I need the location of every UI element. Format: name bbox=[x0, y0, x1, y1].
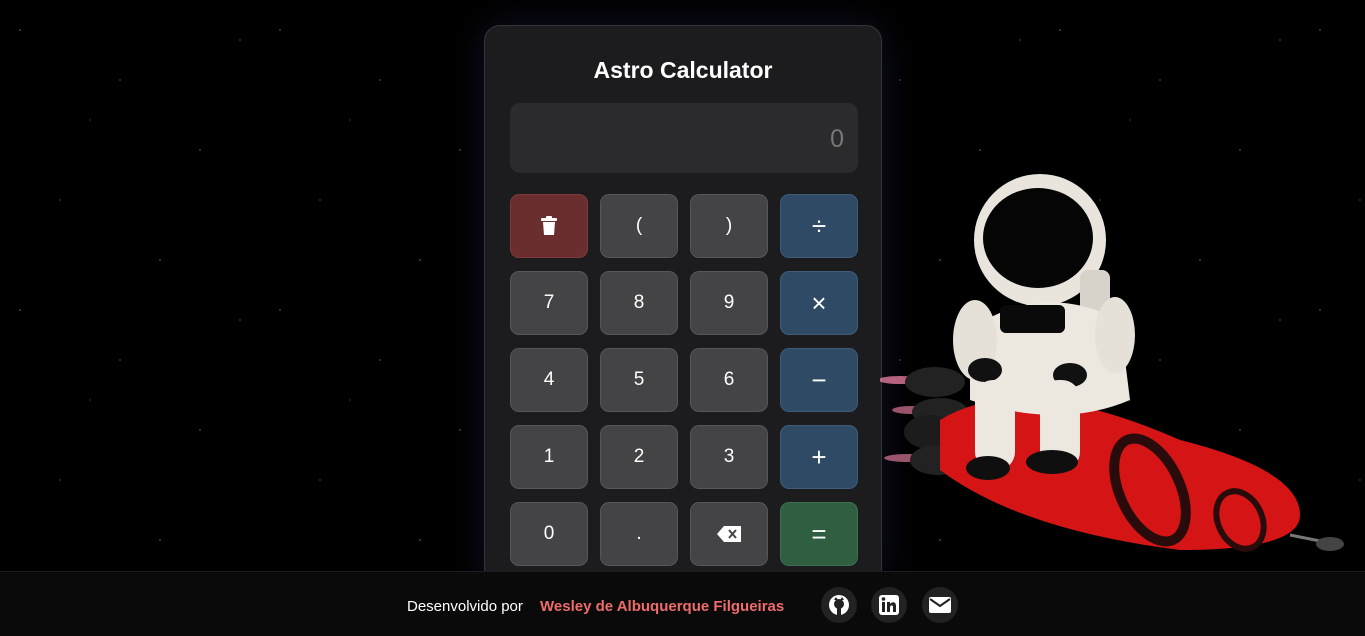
four-button[interactable]: 4 bbox=[510, 348, 588, 412]
multiply-button[interactable]: × bbox=[780, 271, 858, 335]
dot-button[interactable]: . bbox=[600, 502, 678, 566]
trash-icon bbox=[541, 216, 557, 235]
developed-by-label: Desenvolvido por bbox=[407, 598, 523, 615]
email-icon bbox=[929, 597, 951, 613]
three-button[interactable]: 3 bbox=[690, 425, 768, 489]
one-button[interactable]: 1 bbox=[510, 425, 588, 489]
linkedin-link[interactable] bbox=[871, 587, 907, 623]
backspace-icon bbox=[717, 526, 741, 542]
nine-button[interactable]: 9 bbox=[690, 271, 768, 335]
backspace-button[interactable] bbox=[690, 502, 768, 566]
astronaut-rocket-illustration bbox=[880, 174, 1344, 552]
two-button[interactable]: 2 bbox=[600, 425, 678, 489]
author-link[interactable]: Wesley de Albuquerque Filgueiras bbox=[540, 598, 784, 615]
display-value: 0 bbox=[830, 125, 844, 153]
six-button[interactable]: 6 bbox=[690, 348, 768, 412]
linkedin-icon bbox=[879, 595, 899, 615]
calculator-title: Astro Calculator bbox=[593, 57, 773, 83]
zero-button[interactable]: 0 bbox=[510, 502, 588, 566]
clear-button[interactable] bbox=[510, 194, 588, 258]
close-paren-button[interactable]: ) bbox=[690, 194, 768, 258]
calculator-panel: Astro Calculator 0 ( ) ÷ 7 8 9 × 4 5 6 −… bbox=[484, 25, 882, 585]
divide-button[interactable]: ÷ bbox=[780, 194, 858, 258]
footer: Desenvolvido por Wesley de Albuquerque F… bbox=[0, 571, 1365, 636]
github-link[interactable] bbox=[821, 587, 857, 623]
five-button[interactable]: 5 bbox=[600, 348, 678, 412]
calculator-display: 0 bbox=[510, 103, 858, 173]
open-paren-button[interactable]: ( bbox=[600, 194, 678, 258]
minus-button[interactable]: − bbox=[780, 348, 858, 412]
equals-button[interactable]: = bbox=[780, 502, 858, 566]
seven-button[interactable]: 7 bbox=[510, 271, 588, 335]
email-link[interactable] bbox=[922, 587, 958, 623]
eight-button[interactable]: 8 bbox=[600, 271, 678, 335]
plus-button[interactable]: + bbox=[780, 425, 858, 489]
github-icon bbox=[829, 595, 849, 615]
